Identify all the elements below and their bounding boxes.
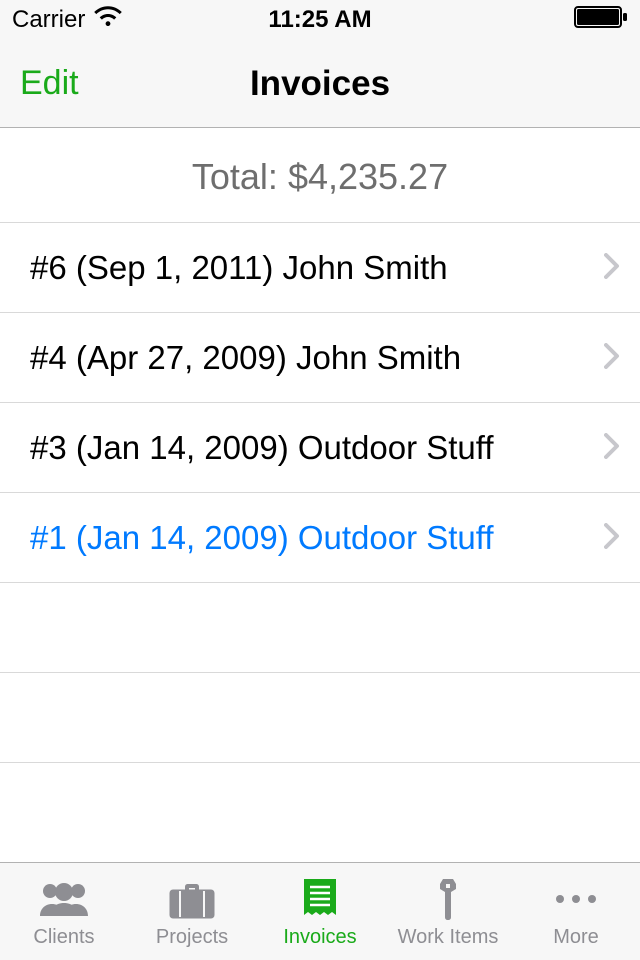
invoice-list: #6 (Sep 1, 2011) John Smith #4 (Apr 27, … — [0, 222, 640, 763]
tab-label: Invoices — [283, 926, 356, 949]
tab-label: Clients — [33, 926, 94, 949]
more-icon — [554, 874, 598, 924]
status-left: Carrier — [12, 6, 123, 35]
tab-more[interactable]: More — [512, 863, 640, 960]
tab-clients[interactable]: Clients — [0, 863, 128, 960]
invoice-row[interactable]: #6 (Sep 1, 2011) John Smith — [0, 223, 640, 313]
tab-label: Work Items — [398, 926, 499, 949]
total-label: Total: $4,235.27 — [0, 128, 640, 222]
chevron-right-icon — [604, 339, 620, 377]
invoice-label: #4 (Apr 27, 2009) John Smith — [30, 339, 461, 377]
empty-row — [0, 673, 640, 763]
invoice-label: #1 (Jan 14, 2009) Outdoor Stuff — [30, 519, 494, 557]
invoice-label: #6 (Sep 1, 2011) John Smith — [30, 249, 448, 287]
chevron-right-icon — [604, 429, 620, 467]
tab-label: Projects — [156, 926, 228, 949]
wifi-icon — [93, 6, 123, 35]
projects-icon — [167, 874, 217, 924]
status-time: 11:25 AM — [268, 6, 371, 34]
workitems-icon — [433, 874, 463, 924]
tab-invoices[interactable]: Invoices — [256, 863, 384, 960]
chevron-right-icon — [604, 519, 620, 557]
chevron-right-icon — [604, 249, 620, 287]
clients-icon — [36, 874, 92, 924]
empty-row — [0, 583, 640, 673]
tab-bar: Clients Projects Invoices — [0, 862, 640, 960]
page-title: Invoices — [250, 64, 390, 104]
invoice-label: #3 (Jan 14, 2009) Outdoor Stuff — [30, 429, 494, 467]
invoice-row[interactable]: #3 (Jan 14, 2009) Outdoor Stuff — [0, 403, 640, 493]
tab-label: More — [553, 926, 599, 949]
invoice-row[interactable]: #1 (Jan 14, 2009) Outdoor Stuff — [0, 493, 640, 583]
tab-work-items[interactable]: Work Items — [384, 863, 512, 960]
invoices-icon — [302, 874, 338, 924]
battery-icon — [574, 6, 628, 35]
nav-bar: Edit Invoices — [0, 40, 640, 128]
edit-button[interactable]: Edit — [20, 64, 79, 103]
tab-projects[interactable]: Projects — [128, 863, 256, 960]
status-bar: Carrier 11:25 AM — [0, 0, 640, 40]
carrier-label: Carrier — [12, 6, 85, 34]
invoice-row[interactable]: #4 (Apr 27, 2009) John Smith — [0, 313, 640, 403]
